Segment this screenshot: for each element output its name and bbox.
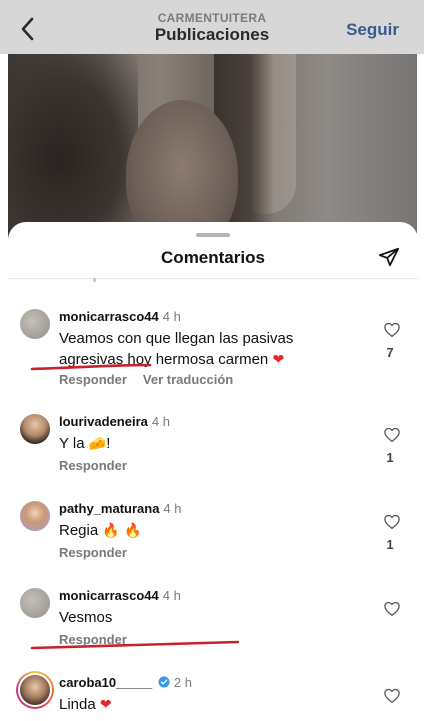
comment-text-body: Linda — [59, 696, 96, 713]
reply-button[interactable]: Responder — [59, 372, 127, 387]
comment-username[interactable]: caroba10_____ — [59, 675, 152, 690]
heart-outline-icon[interactable] — [383, 513, 401, 531]
sheet-divider — [8, 278, 418, 279]
verified-badge-icon — [158, 676, 170, 688]
heart-outline-icon[interactable] — [383, 600, 401, 618]
comment-actions: Responder Ver traducción — [59, 372, 233, 387]
avatar[interactable] — [20, 309, 50, 339]
like-count: 7 — [386, 345, 394, 360]
comment-time: 4 h — [163, 501, 182, 516]
comment-item: pathy_maturana 4 h Regia 🔥 🔥 Responder 1 — [8, 501, 418, 581]
sheet-grab-handle[interactable] — [196, 233, 230, 237]
comment-text: Linda ❤ — [59, 694, 349, 716]
like-count: 1 — [386, 450, 394, 465]
comment-text-line1: Veamos con que llegan las pasivas — [59, 330, 294, 347]
avatar-image — [18, 673, 52, 707]
comment-time: 4 h — [162, 309, 181, 324]
comment-item: lourivadeneira 4 h Y la 🧀! Responder 1 — [8, 414, 418, 494]
comment-text-suffix: ! — [106, 435, 111, 452]
comment-actions: Responder — [59, 458, 127, 473]
avatar[interactable] — [20, 501, 50, 531]
comment-item: caroba10_____ 2 h Linda ❤ — [8, 671, 418, 721]
comment-text-body: Regia — [59, 522, 99, 539]
comment-text: Regia 🔥 🔥 — [59, 520, 349, 542]
comment-time: 4 h — [162, 588, 181, 603]
avatar[interactable] — [16, 671, 54, 709]
avatar[interactable] — [20, 588, 50, 618]
see-translation-button[interactable]: Ver traducción — [143, 372, 233, 387]
comment-actions: Responder — [59, 545, 127, 560]
comment-text-line2: agresivas hoy hermosa carmen — [59, 351, 269, 368]
comment-item: monicarrasco44 4 h Veamos con que llegan … — [8, 309, 418, 389]
comment-item: monicarrasco44 4 h Vesmos Responder — [8, 588, 418, 668]
comment-username[interactable]: lourivadeneira — [59, 414, 148, 429]
comment-username[interactable]: monicarrasco44 — [59, 588, 159, 603]
comment-header: monicarrasco44 4 h — [59, 309, 181, 325]
comment-text: Vesmos — [59, 607, 349, 628]
reply-button[interactable]: Responder — [59, 545, 127, 560]
photo-hair-left — [8, 54, 138, 244]
avatar[interactable] — [20, 414, 50, 444]
comment-time: 4 h — [151, 414, 170, 429]
like-count: 1 — [386, 537, 394, 552]
reply-button[interactable]: Responder — [59, 632, 127, 647]
comment-time: 2 h — [173, 675, 192, 690]
follow-button[interactable]: Seguir — [346, 20, 399, 40]
comment-header: lourivadeneira 4 h — [59, 414, 170, 430]
paper-plane-icon[interactable] — [378, 246, 400, 268]
post-header: CARMENTUITERA Publicaciones Seguir — [0, 0, 424, 54]
comment-header: pathy_maturana 4 h — [59, 501, 182, 517]
reply-button[interactable]: Responder — [59, 458, 127, 473]
comment-text-body: Vesmos — [59, 609, 113, 626]
comment-actions: Responder — [59, 632, 127, 647]
post-photo — [8, 54, 417, 244]
comment-text: Veamos con que llegan las pasivas agresi… — [59, 328, 349, 371]
heart-emoji-icon: ❤ — [272, 352, 285, 368]
comment-text-body: Y la — [59, 435, 85, 452]
comment-header: monicarrasco44 4 h — [59, 588, 181, 604]
heart-outline-icon[interactable] — [383, 687, 401, 705]
comment-username[interactable]: monicarrasco44 — [59, 309, 159, 324]
cheese-emoji-icon: 🧀 — [88, 436, 107, 452]
heart-emoji-icon: ❤ — [99, 697, 112, 713]
heart-outline-icon[interactable] — [383, 426, 401, 444]
fire-emoji-icon: 🔥 🔥 — [102, 523, 142, 539]
heart-outline-icon[interactable] — [383, 321, 401, 339]
comment-header: caroba10_____ 2 h — [59, 675, 192, 691]
sheet-title: Comentarios — [161, 248, 265, 267]
scroll-indicator — [93, 278, 96, 282]
comment-text: Y la 🧀! — [59, 433, 349, 455]
comment-username[interactable]: pathy_maturana — [59, 501, 159, 516]
comments-sheet: Comentarios monicarrasco44 4 h Veamos con… — [8, 222, 418, 721]
